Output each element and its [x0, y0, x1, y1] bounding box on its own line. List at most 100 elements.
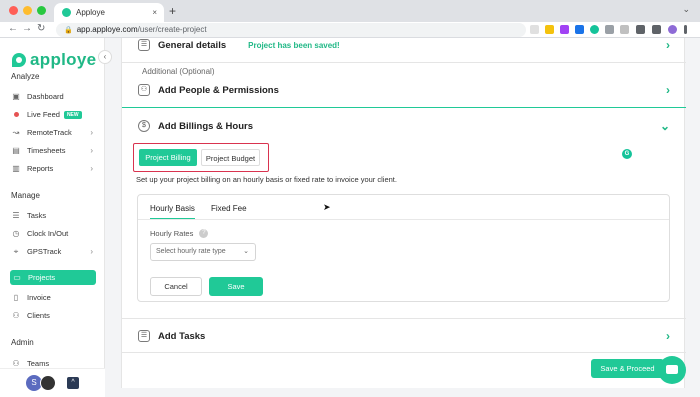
billing-settings-panel: Hourly Basis Fixed Fee Hourly Rates ? Se…	[137, 194, 670, 302]
logo-text: apploye	[30, 50, 97, 69]
user-photo-avatar[interactable]	[40, 375, 56, 391]
clock-icon: ◷	[12, 229, 20, 238]
tab-project-budget[interactable]: Project Budget	[201, 149, 260, 166]
tab-fixed-fee[interactable]: Fixed Fee	[211, 204, 247, 213]
cancel-button[interactable]: Cancel	[150, 277, 202, 296]
details-icon: ☰	[138, 39, 150, 51]
tab-hourly-basis[interactable]: Hourly Basis	[150, 204, 195, 220]
apploye-logo[interactable]: apploye	[12, 50, 96, 70]
gps-icon: ⌖	[13, 246, 19, 256]
chevron-down-icon: ⌄	[243, 248, 249, 255]
reload-button[interactable]: ↻	[37, 23, 45, 34]
invoice-icon: ▯	[13, 293, 19, 302]
forward-button[interactable]: →	[22, 23, 32, 34]
hourly-rates-label: Hourly Rates ?	[150, 229, 209, 238]
close-window-button[interactable]	[9, 6, 18, 15]
sidebar-item-gpstrack[interactable]: ⌖ GPSTrack ›	[11, 244, 97, 259]
profile-avatar-icon[interactable]	[668, 25, 677, 34]
chevron-up-icon[interactable]: ^	[67, 377, 79, 389]
general-details-row[interactable]: ☰ General details Project has been saved…	[122, 38, 686, 52]
sidebar-item-remotetrack[interactable]: ↝ RemoteTrack ›	[11, 125, 97, 140]
create-project-card: ☰ General details Project has been saved…	[121, 38, 686, 388]
window-controls	[9, 6, 46, 15]
extensions-puzzle-icon[interactable]	[636, 25, 645, 34]
tab-search-button[interactable]: ⌄	[682, 4, 690, 15]
clients-icon: ⚇	[12, 311, 20, 320]
billing-type-tabs: Project Billing Project Budget	[133, 143, 269, 172]
divider	[122, 318, 686, 319]
section-title-analyze: Analyze	[11, 72, 40, 81]
people-icon: ⚇	[138, 84, 150, 96]
hourly-rate-type-select[interactable]: Select hourly rate type ⌄	[150, 243, 256, 261]
sidebar-item-tasks[interactable]: ☰ Tasks	[11, 208, 97, 223]
chevron-down-icon[interactable]: ⌄	[660, 119, 670, 133]
extension-icon[interactable]	[620, 25, 629, 34]
extension-icon[interactable]	[545, 25, 554, 34]
extension-icon[interactable]	[560, 25, 569, 34]
browser-tab-apploye[interactable]: Apploye ×	[54, 3, 164, 22]
sidebar-item-clock-in-out[interactable]: ◷ Clock In/Out	[11, 226, 97, 241]
chevron-right-icon[interactable]: ›	[666, 83, 670, 97]
minimize-window-button[interactable]	[23, 6, 32, 15]
sidebar-item-dashboard[interactable]: ▣ Dashboard	[11, 89, 97, 104]
save-and-proceed-button[interactable]: Save & Proceed	[591, 359, 664, 378]
browser-toolbar: ← → ↻ 🔒 app.apploye.com/user/create-proje…	[0, 22, 700, 38]
save-button[interactable]: Save	[209, 277, 263, 296]
collapse-sidebar-button[interactable]: ‹	[98, 50, 112, 64]
divider	[138, 219, 669, 220]
chevron-right-icon[interactable]: ›	[666, 38, 670, 52]
sidebar-item-label: Timesheets	[27, 146, 66, 155]
sidebar-item-label: Clients	[27, 311, 50, 320]
main-content: ☰ General details Project has been saved…	[105, 38, 700, 397]
sidebar-item-clients[interactable]: ⚇ Clients	[11, 308, 97, 323]
sidebar-item-reports[interactable]: ▥ Reports ›	[11, 161, 97, 176]
mouse-cursor-icon: ➤	[323, 202, 331, 212]
divider	[122, 62, 686, 63]
sidebar-item-projects[interactable]: ▭ Projects	[10, 270, 96, 285]
sidebar-item-label: Projects	[28, 273, 56, 282]
help-icon[interactable]: ?	[199, 229, 209, 238]
back-button[interactable]: ←	[8, 23, 18, 34]
sidebar-item-label: Clock In/Out	[27, 229, 69, 238]
chevron-right-icon[interactable]: ›	[666, 329, 670, 343]
projects-icon: ▭	[13, 273, 21, 282]
grammarly-icon[interactable]: G	[622, 149, 632, 159]
add-billings-row[interactable]: $ Add Billings & Hours ⌄	[122, 118, 686, 134]
address-bar[interactable]: 🔒 app.apploye.com/user/create-project	[56, 23, 526, 37]
sidebar-item-live-feed[interactable]: Live Feed NEW	[11, 107, 97, 122]
chat-support-icon[interactable]	[658, 356, 686, 384]
extension-icon[interactable]	[575, 25, 584, 34]
browser-tab-bar: Apploye × + ⌄	[0, 0, 700, 22]
divider	[122, 352, 686, 353]
dashboard-icon: ▣	[12, 92, 20, 101]
extension-icon[interactable]	[530, 25, 539, 34]
extension-icon[interactable]	[605, 25, 614, 34]
divider	[122, 107, 686, 108]
sidebar-item-timesheets[interactable]: ▤ Timesheets ›	[11, 143, 97, 158]
sidebar-item-label: Tasks	[27, 211, 47, 220]
close-tab-icon[interactable]: ×	[152, 8, 157, 17]
sidebar-item-label: Live Feed	[27, 110, 60, 119]
maximize-window-button[interactable]	[37, 6, 46, 15]
chevron-right-icon: ›	[90, 128, 93, 137]
section-title-manage: Manage	[11, 191, 40, 200]
tab-project-billing[interactable]: Project Billing	[139, 149, 197, 166]
add-billings-title: Add Billings & Hours	[158, 120, 253, 132]
add-tasks-row[interactable]: ☰ Add Tasks ›	[122, 328, 686, 344]
reports-icon: ▥	[12, 164, 20, 173]
add-tasks-title: Add Tasks	[158, 330, 206, 342]
chevron-right-icon: ›	[90, 164, 93, 173]
timesheets-icon: ▤	[12, 146, 20, 155]
billing-description: Set up your project billing on an hourly…	[136, 175, 397, 184]
live-indicator-icon	[14, 112, 19, 117]
dollar-icon: $	[138, 120, 150, 132]
browser-menu-icon[interactable]	[684, 25, 687, 34]
grammarly-extension-icon[interactable]	[590, 25, 599, 34]
add-people-row[interactable]: ⚇ Add People & Permissions ›	[122, 82, 686, 98]
sidebar-item-invoice[interactable]: ▯ Invoice	[11, 290, 97, 305]
teams-icon: ⚇	[12, 359, 20, 368]
general-details-title: General details	[158, 39, 227, 51]
new-tab-button[interactable]: +	[169, 4, 176, 18]
side-panel-icon[interactable]	[652, 25, 661, 34]
tab-title: Apploye	[76, 8, 105, 17]
